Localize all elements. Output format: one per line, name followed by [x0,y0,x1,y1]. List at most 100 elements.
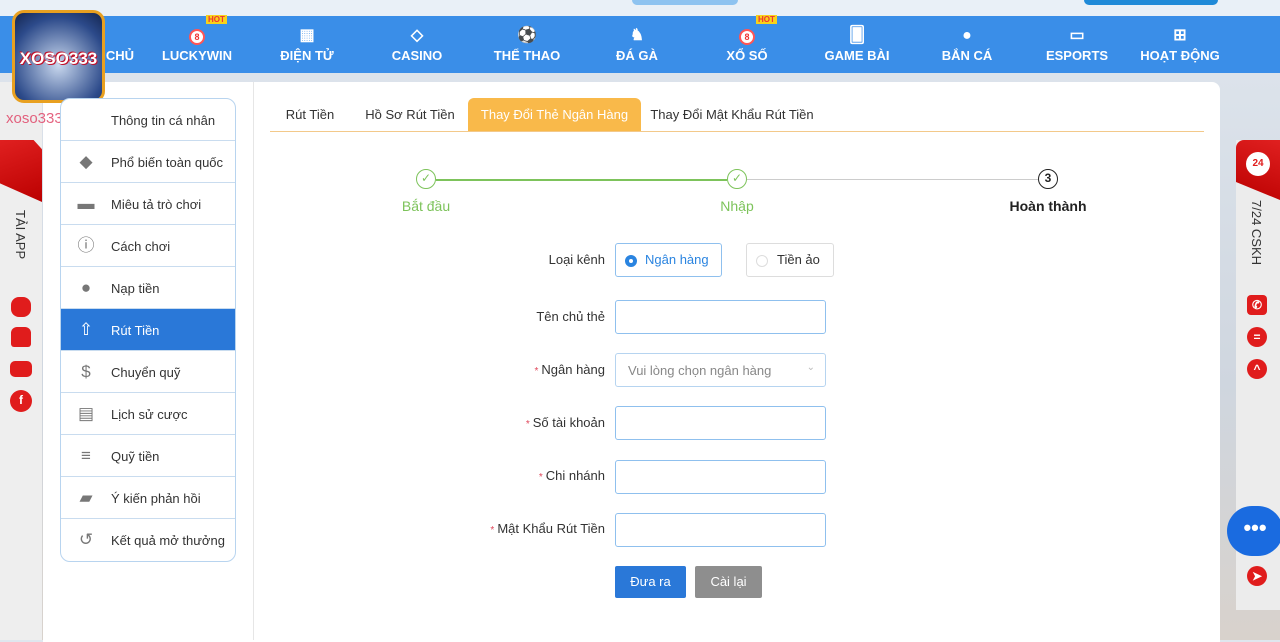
cards-icon: 🂠 [848,27,866,44]
sidebar-item-label: Phổ biến toàn quốc [111,155,224,170]
sidebar-item-results[interactable]: ↺ Kết quả mở thưởng [61,519,235,561]
dollar-circle-icon: $ [81,362,91,381]
nav-label: BẮN CÁ [941,48,993,63]
tab-bar: Rút Tiền Hồ Sơ Rút Tiền Thay Đổi Thẻ Ngâ… [270,98,1204,132]
sidebar-item-label: Chuyển quỹ [111,365,181,380]
soccer-ball-icon: ⚽ [517,27,537,44]
nav-item-casino[interactable]: ◇ CASINO [362,16,472,73]
top-button[interactable] [1084,0,1218,5]
hot-badge: HOT [756,15,777,24]
nav-item-xo-so[interactable]: HOT 8 XỔ SỐ [692,15,802,73]
rooster-icon: ♞ [629,27,645,44]
clipboard-icon: ▤ [77,404,95,423]
nav-label: CASINO [391,48,443,63]
sidebar-item-withdraw[interactable]: ⇧ Rút Tiền [61,309,235,351]
gamepad-icon: ▬ [77,194,95,213]
branch-input[interactable] [615,460,826,494]
sidebar-item-deposit[interactable]: ● Nạp tiền [61,267,235,309]
nav-item-da-ga[interactable]: ♞ ĐÁ GÀ [582,16,692,73]
nav-item-game-bai[interactable]: 🂠 GAME BÀI [802,16,912,73]
piggy-bank-icon: ● [80,278,92,297]
phone-icon[interactable]: ✆ [1247,295,1267,315]
nav-item-esports[interactable]: ▭ ESPORTS [1022,16,1132,73]
android-icon[interactable] [11,327,31,347]
top-button[interactable] [632,0,738,5]
bank-label: * Ngân hàng [534,362,605,377]
sidebar-item-label: Cách chơi [111,239,171,254]
facebook-icon[interactable]: f [10,390,32,412]
support-label[interactable]: 7/24 CSKH [1249,200,1264,265]
nav-label: GAME BÀI [824,48,890,63]
nav-label: XỔ SỐ [726,48,768,63]
sidebar-item-feedback[interactable]: ▰ Ý kiến phản hồi [61,477,235,519]
sidebar-item-label: Kết quả mở thưởng [111,533,225,548]
telegram-icon[interactable]: ➤ [1247,566,1267,586]
sidebar-item-label: Rút Tiền [111,323,160,338]
diamond-icon: ◇ [410,27,424,44]
gift-icon: ⊞ [1173,27,1187,44]
account-sidebar: Thông tin cá nhân ◆ Phổ biến toàn quốc ▬ M… [60,98,236,562]
divider [253,82,254,640]
sidebar-item-bet-history[interactable]: ▤ Lịch sử cược [61,393,235,435]
bank-select[interactable]: Vui lòng chọn ngân hàng ⌄ [615,353,826,387]
radio-crypto[interactable]: Tiền ảo [746,243,834,277]
holder-label: Tên chủ thẻ [536,309,605,324]
nav-item-luckywin[interactable]: HOT 8 LUCKYWIN [142,15,252,73]
holder-name-input[interactable] [615,300,826,334]
sidebar-item-label: Lịch sử cược [111,407,188,422]
coins-icon: ≡ [81,446,91,465]
tab-change-withdraw-password[interactable]: Thay Đổi Mật Khẩu Rút Tiền [650,98,814,131]
nav-label: THỂ THAO [493,48,561,63]
chat-icon[interactable]: = [1247,327,1267,347]
required-mark: * [534,366,539,377]
submit-button[interactable]: Đưa ra [615,566,686,598]
step-connector [747,179,1038,180]
radio-bank[interactable]: Ngân hàng [615,243,722,277]
hot-badge: HOT [206,15,227,24]
password-label: * Mật Khẩu Rút Tiền [490,521,605,536]
sidebar-item-popular[interactable]: ◆ Phổ biến toàn quốc [61,141,235,183]
check-icon: ✓ [416,169,436,189]
info-icon: ⓘ [77,236,95,255]
step-label: Bắt đầu [401,198,451,214]
tab-change-bank-card[interactable]: Thay Đổi Thẻ Ngân Hàng [468,98,641,131]
withdraw-password-input[interactable] [615,513,826,547]
more-chat-button[interactable]: ••• [1227,506,1280,556]
nav-item-the-thao[interactable]: ⚽ THỂ THAO [472,16,582,73]
nav-label: ĐÁ GÀ [616,48,658,63]
step-number: 3 [1038,169,1058,189]
download-app-label[interactable]: TẢI APP [13,210,28,259]
withdraw-icon: ⇧ [78,320,94,339]
step-connector [436,179,727,181]
gamepad-icon[interactable] [10,361,32,377]
support-24-icon[interactable]: 24 [1246,152,1270,176]
nav-item-hoat-dong[interactable]: ⊞ HOẠT ĐỘNG [1125,16,1235,73]
scroll-top-icon[interactable]: ^ [1247,359,1267,379]
sidebar-item-transfer[interactable]: $ Chuyển quỹ [61,351,235,393]
slot-machine-icon: ▦ [299,27,315,44]
sidebar-item-how-to-play[interactable]: ⓘ Cách chơi [61,225,235,267]
chat-icon: ▰ [79,488,93,507]
nav-label: ESPORTS [1045,48,1109,63]
sidebar-item-game-description[interactable]: ▬ Miêu tả trò chơi [61,183,235,225]
nav-item-ban-ca[interactable]: ● BẮN CÁ [912,16,1022,73]
apple-icon[interactable] [11,297,31,317]
radio-label: Tiền ảo [777,252,820,267]
sidebar-item-funds[interactable]: ≡ Quỹ tiền [61,435,235,477]
nav-item-dien-tu[interactable]: ▦ ĐIỆN TỬ [252,16,362,73]
tab-withdraw-profile[interactable]: Hồ Sơ Rút Tiền [355,98,465,131]
step-label: Hoàn thành [1009,198,1087,214]
sidebar-item-label: Thông tin cá nhân [111,113,216,128]
label-text: Mật Khẩu Rút Tiền [497,521,605,536]
nav-label: ĐIỆN TỬ [280,48,334,63]
tab-withdraw[interactable]: Rút Tiền [270,98,350,131]
nav-label: HOẠT ĐỘNG [1140,48,1220,63]
account-number-input[interactable] [615,406,826,440]
reset-button[interactable]: Cài lại [695,566,762,598]
history-icon: ↺ [78,530,94,549]
chevron-down-icon: ⌄ [806,362,815,373]
site-logo[interactable]: XOSO333 [12,10,105,103]
sidebar-item-profile[interactable]: Thông tin cá nhân [61,99,235,141]
required-mark: * [538,472,543,483]
nav-label: LUCKYWIN [161,48,233,63]
